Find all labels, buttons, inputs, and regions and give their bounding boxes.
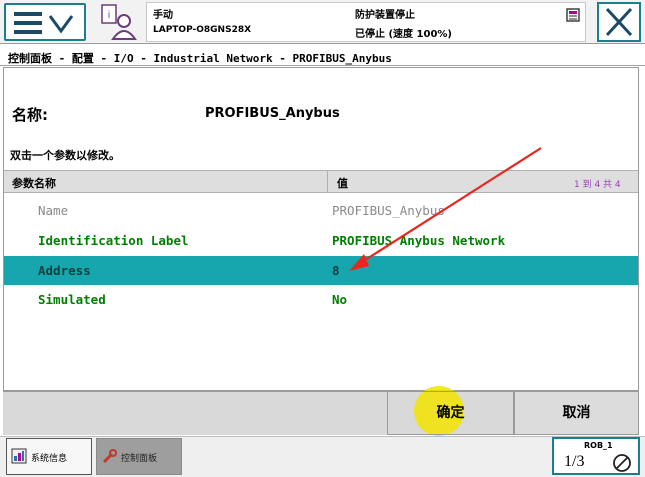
run-state-text: 已停止 (速度 100%) [355,29,452,40]
table-header [4,170,638,193]
param-name: Address [38,263,91,278]
table-row[interactable]: Simulated No [4,285,638,314]
svg-text:i: i [108,10,110,21]
column-header-param: 参数名称 [12,177,56,190]
speed-fraction: 1/3 [564,453,585,470]
breadcrumb: 控制面板 - 配置 - I/O - Industrial Network - P… [0,44,645,66]
app-user-button[interactable]: i [96,3,142,41]
app-user-icon: i [101,4,137,40]
param-name: Identification Label [38,233,189,248]
safety-text: 防护装置停止 [355,10,415,21]
param-value: 8 [332,263,340,278]
sysinfo-icon [11,448,27,464]
status-icon [566,8,580,22]
task-cp-label: 控制面板 [121,454,158,464]
mode-text: 手动 [153,10,173,21]
table-row-selected[interactable]: Address 8 [4,256,638,285]
name-value: PROFIBUS_Anybus [205,106,340,121]
cancel-label: 取消 [562,405,591,421]
param-value: No [332,292,348,307]
host-text: LAPTOP-O8GNS28X [153,25,252,35]
close-button[interactable] [597,2,641,42]
param-name: Name [38,203,69,218]
status-area[interactable]: 手动 LAPTOP-O8GNS28X 防护装置停止 已停止 (速度 100%) [146,2,586,42]
param-value: PROFIBUS Anybus Network [332,233,506,248]
ok-button[interactable]: 确定 [387,391,514,435]
control-panel-icon [102,449,117,464]
chevron-down-icon [48,15,74,34]
name-label: 名称: [12,106,48,124]
instruction-text: 双击一个参数以修改。 [10,149,120,162]
column-header-value: 值 [337,177,348,190]
param-name: Simulated [38,292,106,307]
column-divider [327,170,328,193]
ok-label: 确定 [436,405,465,421]
robot-status-box[interactable]: ROB_1 1/3 [552,437,640,475]
abb-menu-button[interactable] [4,3,86,41]
cancel-button[interactable]: 取消 [514,391,639,435]
task-control-panel[interactable]: 控制面板 [96,438,182,475]
robot-name: ROB_1 [584,441,613,450]
row-count: 1 到 4 共 4 [574,180,621,190]
table-row[interactable]: Identification Label PROFIBUS Anybus Net… [4,226,638,255]
menu-icon [14,12,74,34]
close-icon [605,7,633,37]
task-system-info[interactable]: 系统信息 [6,438,92,475]
speed-icon [613,454,631,472]
param-value: PROFIBUS_Anybus [332,203,445,218]
task-sysinfo-label: 系统信息 [31,454,68,464]
table-row[interactable]: Name PROFIBUS_Anybus [4,196,638,225]
